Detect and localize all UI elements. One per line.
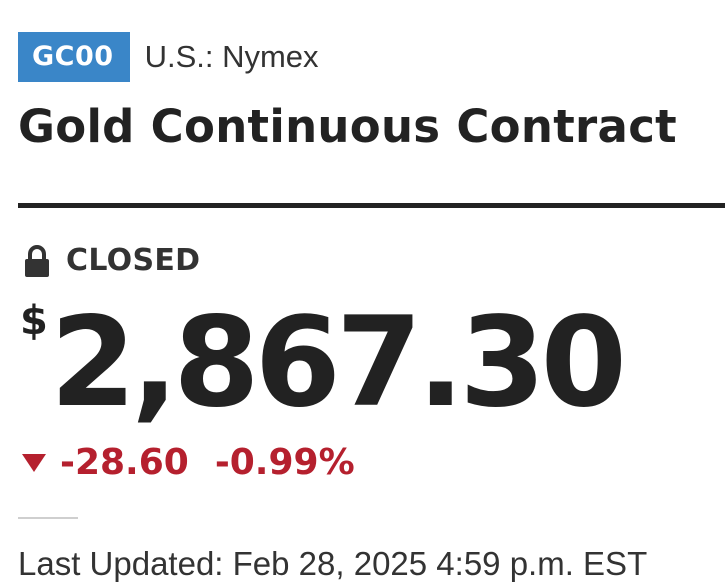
currency-symbol: $ xyxy=(20,298,48,344)
ticker-header: GC00 U.S.: Nymex xyxy=(18,32,319,82)
market-status-label: CLOSED xyxy=(66,243,201,278)
section-divider xyxy=(18,517,78,519)
change-value: -28.60 xyxy=(60,442,189,483)
exchange-label: U.S.: Nymex xyxy=(144,39,319,74)
down-triangle-icon xyxy=(22,453,46,472)
price-change: -28.60 -0.99% xyxy=(22,442,355,483)
header-divider xyxy=(18,203,725,208)
last-updated-timestamp: Last Updated: Feb 28, 2025 4:59 p.m. EST xyxy=(18,545,648,582)
market-status: CLOSED xyxy=(24,243,200,278)
ticker-symbol-badge[interactable]: GC00 xyxy=(18,32,130,82)
change-percent: -0.99% xyxy=(214,442,355,483)
last-price: 2,867.30 xyxy=(50,291,627,435)
lock-icon xyxy=(25,244,49,277)
instrument-title: Gold Continuous Contract xyxy=(18,100,677,153)
